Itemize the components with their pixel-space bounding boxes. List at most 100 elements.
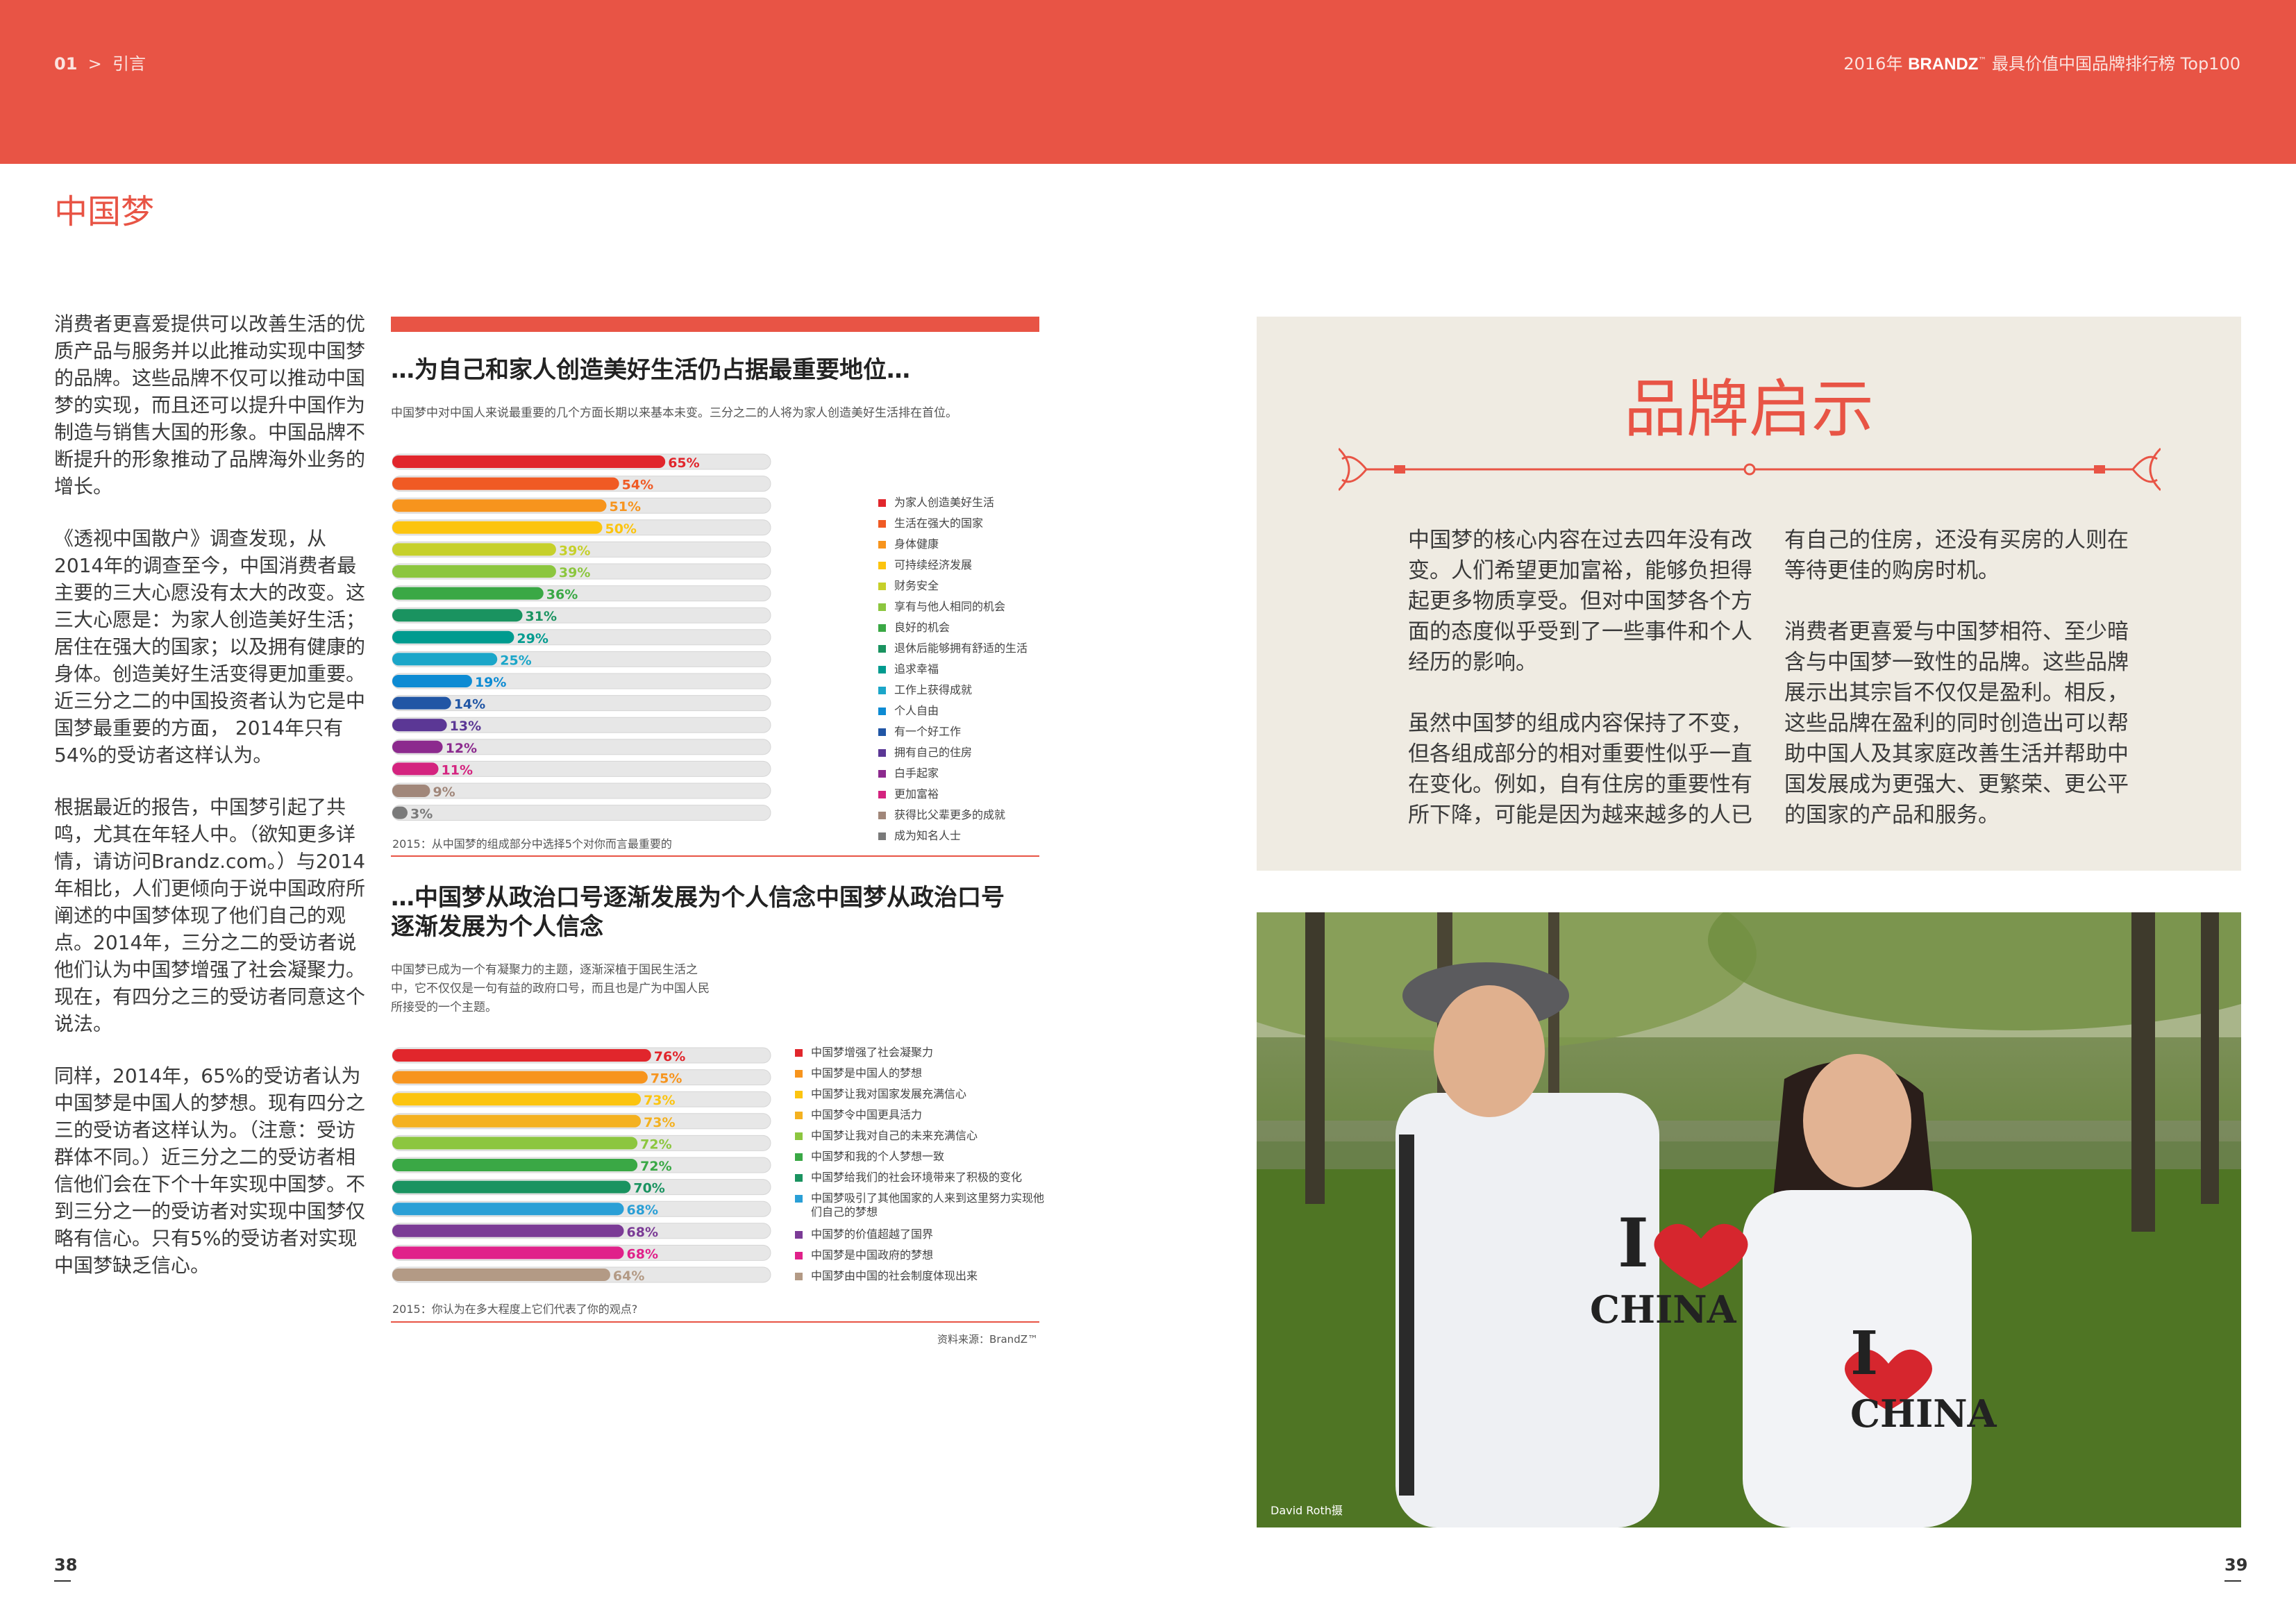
- bar-track: [392, 805, 771, 821]
- bar-value-label: 68%: [627, 1203, 658, 1218]
- running-head-year: 2016年: [1843, 54, 1903, 74]
- legend-label: 中国梦是中国政府的梦想: [811, 1248, 934, 1262]
- legend-item: 获得比父辈更多的成就: [878, 805, 1005, 822]
- legend-swatch: [795, 1174, 803, 1182]
- photo-credit: David Roth摄: [1271, 1504, 1343, 1517]
- bar-value-label: 72%: [640, 1159, 671, 1174]
- page-number-rule: [54, 1580, 71, 1582]
- legend-item: 中国梦由中国的社会制度体现出来: [795, 1269, 1047, 1283]
- legend-label: 白手起家: [894, 767, 939, 780]
- bar-value-label: 31%: [526, 609, 557, 624]
- legend-item: 有一个好工作: [878, 722, 961, 739]
- chart1-top-bar: [391, 317, 1039, 332]
- legend-label: 更加富裕: [894, 787, 939, 801]
- chart2-legend: 中国梦增强了社会凝聚力 中国梦是中国人的梦想中国梦让我对国家发展充满信心中国梦令中…: [795, 1046, 1052, 1296]
- bar: [392, 1269, 610, 1281]
- bar-value-label: 9%: [433, 785, 455, 800]
- bar-value-label: 64%: [613, 1269, 644, 1284]
- legend-label: 良好的机会: [894, 621, 950, 634]
- bar-value-label: 14%: [454, 697, 485, 712]
- chart1-footnote: 2015：从中国梦的组成部分中选择5个对你而言最重要的: [392, 837, 672, 851]
- legend-item: 中国梦让我对自己的未来充满信心: [795, 1129, 1047, 1143]
- legend-label: 中国梦由中国的社会制度体现出来: [811, 1269, 978, 1282]
- bar-value-label: 39%: [559, 565, 590, 580]
- bar-value-label: 70%: [633, 1181, 664, 1196]
- legend-swatch: [795, 1252, 803, 1259]
- legend-swatch: [795, 1153, 803, 1161]
- legend-item: 中国梦和我的个人梦想一致: [795, 1150, 1047, 1164]
- bar: [392, 1114, 642, 1128]
- legend-swatch: [878, 832, 886, 840]
- legend-item: 拥有自己的住房: [878, 743, 972, 760]
- legend-swatch: [795, 1070, 803, 1078]
- legend-label: 中国梦令中国更具活力: [811, 1108, 923, 1121]
- photo-couple-i-love-china: I CHINA I CHINA David Roth摄: [1257, 912, 2241, 1527]
- legend-item: 成为知名人士: [878, 826, 961, 843]
- trademark-mark: ™: [1978, 56, 1987, 65]
- breadcrumb-number: 01: [54, 54, 78, 74]
- legend-item: 为家人创造美好生活: [878, 493, 994, 510]
- header-band: [0, 0, 2296, 164]
- legend-item: 中国梦是中国人的梦想: [795, 1066, 1047, 1080]
- legend-item: 追求幸福: [878, 660, 939, 676]
- breadcrumb-separator: >: [87, 54, 102, 74]
- legend-item: 中国梦增强了社会凝聚力: [795, 1046, 1047, 1060]
- legend-label: 财务安全: [894, 579, 939, 592]
- legend-item: 中国梦吸引了其他国家的人来到这里努力实现他们自己的梦想: [795, 1191, 1047, 1219]
- legend-swatch: [878, 520, 886, 528]
- section-title: 中国梦: [54, 192, 155, 231]
- left-text-column: 消费者更喜爱提供可以改善生活的优质产品与服务并以此推动实现中国梦的品牌。这些品牌…: [54, 310, 367, 1304]
- bar: [392, 1246, 624, 1259]
- legend-label: 中国梦是中国人的梦想: [811, 1066, 923, 1080]
- panel-paragraph: 消费者更喜爱与中国梦相符、至少暗含与中国梦一致性的品牌。这些品牌展示出其宗旨不仅…: [1784, 619, 2129, 828]
- legend-item: 个人自由: [878, 701, 939, 718]
- bar-value-label: 73%: [644, 1115, 675, 1130]
- running-head-rest: 最具价值中国品牌排行榜 Top100: [1986, 54, 2240, 74]
- legend-item: 可持续经济发展: [878, 555, 972, 572]
- legend-label: 中国梦吸引了其他国家的人来到这里努力实现他们自己的梦想: [811, 1191, 1045, 1219]
- legend-item: 中国梦令中国更具活力: [795, 1108, 1047, 1122]
- legend-label: 拥有自己的住房: [894, 746, 973, 759]
- legend-label: 有一个好工作: [894, 725, 962, 738]
- bar: [392, 477, 619, 490]
- legend-swatch: [878, 562, 886, 569]
- bar-value-label: 68%: [627, 1225, 658, 1240]
- bar: [392, 806, 408, 819]
- bar: [392, 630, 514, 644]
- legend-item: 白手起家: [878, 764, 939, 780]
- legend-label: 可持续经济发展: [894, 558, 973, 571]
- page-number-right: 39: [2224, 1555, 2248, 1575]
- legend-label: 个人自由: [894, 704, 939, 717]
- legend-item: 中国梦让我对国家发展充满信心: [795, 1087, 1047, 1101]
- legend-swatch: [795, 1112, 803, 1119]
- legend-swatch: [878, 708, 886, 715]
- shirt-i-letter-2: I: [1850, 1319, 1879, 1389]
- legend-label: 中国梦给我们的社会环境带来了积极的变化: [811, 1171, 1023, 1184]
- brand-logo-text: BRANDZ: [1908, 55, 1979, 74]
- legend-swatch: [878, 499, 886, 507]
- shirt-china-text: CHINA: [1590, 1287, 1736, 1332]
- legend-swatch: [878, 583, 886, 590]
- chart2-subtitle-line: 所接受的一个主题。: [391, 1001, 497, 1014]
- bar: [392, 740, 443, 753]
- legend-label: 退休后能够拥有舒适的生活: [894, 642, 1028, 655]
- bar-value-label: 65%: [668, 455, 699, 471]
- legend-swatch: [795, 1091, 803, 1098]
- bar: [392, 587, 544, 600]
- legend-label: 为家人创造美好生活: [894, 496, 995, 509]
- bar: [392, 609, 523, 622]
- chart-source: 资料来源：BrandZ™: [937, 1333, 1038, 1346]
- bar: [392, 719, 447, 732]
- body-paragraph: 消费者更喜爱提供可以改善生活的优质产品与服务并以此推动实现中国梦的品牌。这些品牌…: [54, 312, 366, 498]
- bar: [392, 1049, 651, 1062]
- legend-swatch: [878, 770, 886, 778]
- legend-label: 中国梦让我对自己的未来充满信心: [811, 1129, 978, 1142]
- bar: [392, 1180, 631, 1194]
- legend-label: 获得比父辈更多的成就: [894, 808, 1006, 821]
- legend-label: 享有与他人相同的机会: [894, 600, 1006, 613]
- bar-value-label: 72%: [640, 1137, 671, 1152]
- bar: [392, 543, 556, 556]
- legend-label: 中国梦增强了社会凝聚力: [811, 1046, 934, 1059]
- bar: [392, 1093, 642, 1106]
- shirt-i-letter: I: [1618, 1204, 1649, 1282]
